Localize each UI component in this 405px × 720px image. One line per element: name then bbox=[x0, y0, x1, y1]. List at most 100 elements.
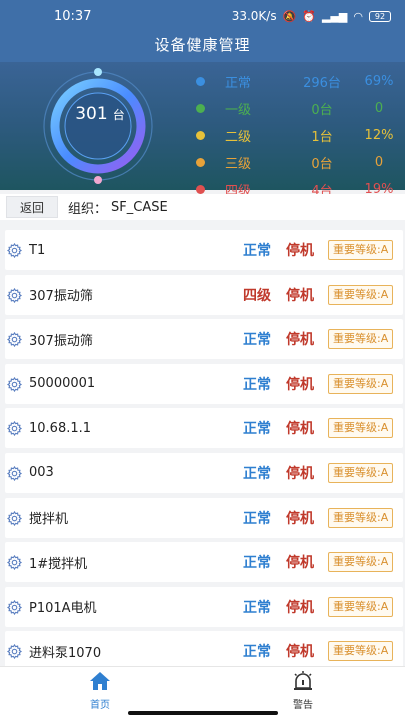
gear-icon bbox=[7, 332, 22, 348]
device-row[interactable]: 307振动筛 四级 停机 重要等级:A bbox=[5, 274, 403, 315]
back-button[interactable]: 返回 bbox=[6, 196, 58, 218]
device-run-state: 停机 bbox=[286, 243, 314, 259]
legend-row: 正常 296台 69% bbox=[196, 68, 401, 95]
device-health-status: 正常 bbox=[243, 332, 271, 349]
device-health-status: 正常 bbox=[243, 555, 271, 572]
gauge-marker-bottom bbox=[94, 176, 102, 184]
tab-alarm-label: 警告 bbox=[293, 700, 313, 711]
device-name: 搅拌机 bbox=[29, 512, 69, 528]
legend-row: 一级 0台 0 bbox=[196, 95, 401, 122]
health-dashboard: 301 台 正常 296台 69% 一级 0台 0 二级 1台 12% 三级 0台 0 四级 4台 19% bbox=[0, 62, 405, 199]
device-run-state: 停机 bbox=[286, 287, 314, 304]
legend-count: 0台 bbox=[311, 157, 333, 172]
gauge-readout: 301 台 bbox=[45, 104, 155, 124]
home-indicator bbox=[128, 711, 278, 715]
device-name: 进料泵1070 bbox=[29, 645, 102, 661]
device-health-status: 正常 bbox=[243, 465, 271, 482]
importance-badge: 重要等级:A bbox=[328, 552, 394, 573]
gear-icon bbox=[7, 510, 22, 526]
legend-dot bbox=[196, 158, 205, 167]
device-row[interactable]: 10.68.1.1 正常 停机 重要等级:A bbox=[5, 408, 403, 449]
health-gauge bbox=[43, 68, 153, 184]
device-run-state: 停机 bbox=[286, 555, 314, 572]
tab-alarm[interactable]: 警告 bbox=[273, 671, 333, 711]
device-name: 1#搅拌机 bbox=[29, 556, 88, 572]
device-health-status: 四级 bbox=[243, 287, 271, 304]
device-name: 003 bbox=[29, 465, 54, 481]
legend-count: 1台 bbox=[311, 130, 333, 145]
alarm-icon bbox=[294, 671, 312, 690]
page-title: 设备健康管理 bbox=[0, 32, 405, 62]
org-label: 组织： bbox=[68, 201, 108, 217]
health-legend: 正常 296台 69% 一级 0台 0 二级 1台 12% 三级 0台 0 四级 4台 19% bbox=[196, 68, 401, 203]
gear-icon bbox=[7, 599, 22, 615]
legend-dot bbox=[196, 185, 205, 194]
battery-icon: 92 bbox=[369, 10, 391, 22]
org-value[interactable]: SF_CASE bbox=[111, 200, 168, 215]
device-name: 307振动筛 bbox=[29, 289, 93, 305]
gear-icon bbox=[7, 287, 22, 303]
device-health-status: 正常 bbox=[243, 243, 271, 259]
legend-row: 三级 0台 0 bbox=[196, 149, 401, 176]
device-name: T1 bbox=[29, 242, 46, 258]
device-name: 307振动筛 bbox=[29, 333, 93, 349]
legend-row: 二级 1台 12% bbox=[196, 122, 401, 149]
device-run-state: 停机 bbox=[286, 421, 314, 438]
legend-count: 0台 bbox=[311, 103, 333, 118]
device-name: 50000001 bbox=[29, 376, 96, 392]
wifi-icon: ◠ bbox=[353, 9, 363, 23]
mute-icon: 🔕 bbox=[282, 9, 297, 23]
device-run-state: 停机 bbox=[286, 376, 314, 393]
device-row[interactable]: 003 正常 停机 重要等级:A bbox=[5, 452, 403, 493]
importance-badge: 重要等级:A bbox=[328, 240, 394, 260]
gear-icon bbox=[7, 644, 22, 660]
legend-percent: 69% bbox=[364, 74, 394, 89]
legend-percent: 0 bbox=[374, 155, 384, 170]
network-speed: 33.0K/s bbox=[231, 9, 277, 23]
device-row[interactable]: 搅拌机 正常 停机 重要等级:A bbox=[5, 497, 403, 538]
gauge-inner-disc bbox=[64, 92, 132, 160]
device-row[interactable]: P101A电机 正常 停机 重要等级:A bbox=[5, 586, 403, 627]
device-run-state: 停机 bbox=[286, 599, 314, 616]
org-bar: 返回 组织： SF_CASE bbox=[0, 194, 405, 220]
tab-home[interactable]: 首页 bbox=[70, 671, 130, 711]
legend-name: 一级 bbox=[225, 103, 252, 118]
home-icon bbox=[90, 672, 110, 690]
device-row[interactable]: 307振动筛 正常 停机 重要等级:A bbox=[5, 319, 403, 360]
gear-icon bbox=[7, 376, 22, 392]
device-run-state: 停机 bbox=[286, 644, 314, 661]
importance-badge: 重要等级:A bbox=[328, 284, 394, 305]
device-name: 10.68.1.1 bbox=[29, 420, 92, 436]
device-row[interactable]: 50000001 正常 停机 重要等级:A bbox=[5, 363, 403, 404]
importance-badge: 重要等级:A bbox=[328, 641, 394, 662]
device-list: T1 正常 停机 重要等级:A 307振动筛 四级 停机 重要等级:A 307振动筛 正常 停机 重要… bbox=[5, 230, 403, 676]
gear-icon bbox=[7, 555, 22, 571]
gauge-marker-top bbox=[94, 68, 102, 76]
importance-badge: 重要等级:A bbox=[328, 373, 394, 394]
legend-name: 正常 bbox=[225, 76, 252, 91]
importance-badge: 重要等级:A bbox=[328, 507, 394, 528]
device-health-status: 正常 bbox=[243, 644, 271, 661]
device-run-state: 停机 bbox=[286, 465, 314, 482]
importance-badge: 重要等级:A bbox=[328, 596, 394, 617]
device-health-status: 正常 bbox=[243, 510, 271, 527]
legend-percent: 0 bbox=[374, 101, 384, 116]
status-bar: 10:37 33.0K/s 🔕 ⏰ ▂▄▆ ◠ 92 bbox=[0, 0, 405, 32]
device-total-unit: 台 bbox=[112, 108, 125, 122]
device-health-status: 正常 bbox=[243, 376, 271, 393]
device-row[interactable]: T1 正常 停机 重要等级:A bbox=[5, 230, 403, 270]
signal-icon: ▂▄▆ bbox=[322, 9, 348, 23]
device-run-state: 停机 bbox=[286, 332, 314, 349]
device-total: 301 bbox=[75, 104, 108, 124]
importance-badge: 重要等级:A bbox=[328, 462, 394, 483]
device-name: P101A电机 bbox=[29, 601, 97, 617]
legend-dot bbox=[196, 77, 205, 86]
gear-icon bbox=[7, 243, 22, 258]
importance-badge: 重要等级:A bbox=[328, 418, 394, 439]
device-row[interactable]: 1#搅拌机 正常 停机 重要等级:A bbox=[5, 542, 403, 583]
legend-dot bbox=[196, 131, 205, 140]
device-health-status: 正常 bbox=[243, 421, 271, 438]
legend-percent: 12% bbox=[364, 128, 394, 143]
legend-name: 二级 bbox=[225, 130, 252, 145]
status-time: 10:37 bbox=[54, 8, 92, 24]
